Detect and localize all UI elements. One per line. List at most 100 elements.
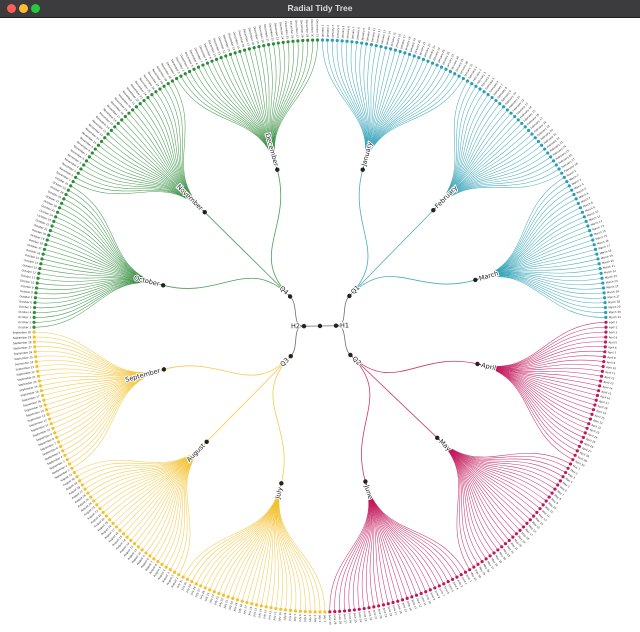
node-day[interactable] <box>291 39 295 43</box>
node-month[interactable] <box>161 367 167 372</box>
node-day[interactable] <box>183 72 187 76</box>
node-day[interactable] <box>596 389 601 393</box>
node-day[interactable] <box>400 598 405 602</box>
node-day[interactable] <box>240 599 244 603</box>
node-day[interactable] <box>590 412 594 416</box>
node-day[interactable] <box>600 369 604 373</box>
node-day[interactable] <box>377 604 381 608</box>
node-day[interactable] <box>156 560 160 564</box>
node-day[interactable] <box>32 330 36 334</box>
node-day[interactable] <box>560 171 564 175</box>
node-day[interactable] <box>35 281 39 285</box>
node-day[interactable] <box>77 479 82 483</box>
node-day[interactable] <box>103 136 107 140</box>
node-day[interactable] <box>40 393 45 398</box>
node-day[interactable] <box>34 360 38 364</box>
node-day[interactable] <box>262 43 266 48</box>
node-day[interactable] <box>583 431 587 435</box>
node-day[interactable] <box>32 315 36 319</box>
node-day[interactable] <box>514 532 519 536</box>
node-day[interactable] <box>47 233 51 237</box>
node-day[interactable] <box>188 69 192 74</box>
node-day[interactable] <box>286 40 290 44</box>
node-day[interactable] <box>355 40 359 44</box>
node-day[interactable] <box>34 286 39 290</box>
node-day[interactable] <box>500 545 504 549</box>
node-day[interactable] <box>127 111 131 115</box>
node-day[interactable] <box>123 114 127 119</box>
node-day[interactable] <box>478 87 482 91</box>
node-root[interactable] <box>317 323 323 329</box>
node-day[interactable] <box>134 105 138 109</box>
node-month[interactable] <box>360 167 365 172</box>
node-day[interactable] <box>86 491 90 495</box>
node-day[interactable] <box>598 384 602 388</box>
node-day[interactable] <box>175 76 179 81</box>
node-day[interactable] <box>553 487 557 491</box>
node-day[interactable] <box>601 364 605 369</box>
node-day[interactable] <box>34 291 38 295</box>
node-day[interactable] <box>405 596 409 600</box>
node-day[interactable] <box>264 605 268 609</box>
node-day[interactable] <box>82 163 86 167</box>
node-day[interactable] <box>56 440 61 444</box>
node-day[interactable] <box>585 426 589 430</box>
node-day[interactable] <box>470 82 474 86</box>
node-day[interactable] <box>396 599 400 603</box>
node-day[interactable] <box>561 475 565 479</box>
node-quarter[interactable] <box>287 294 293 299</box>
node-day[interactable] <box>584 219 588 224</box>
node-day[interactable] <box>575 449 579 453</box>
node-day[interactable] <box>106 132 110 136</box>
node-day[interactable] <box>114 525 119 529</box>
node-day[interactable] <box>95 503 99 507</box>
node-day[interactable] <box>109 128 113 132</box>
node-day[interactable] <box>242 48 247 52</box>
node-day[interactable] <box>58 444 63 449</box>
node-day[interactable] <box>448 69 452 74</box>
node-day[interactable] <box>79 167 83 171</box>
node-day[interactable] <box>410 595 414 599</box>
node-day[interactable] <box>34 355 38 359</box>
node-day[interactable] <box>60 201 64 205</box>
node-day[interactable] <box>33 296 37 300</box>
node-day[interactable] <box>196 65 201 69</box>
node-day[interactable] <box>444 67 448 71</box>
node-day[interactable] <box>455 575 459 579</box>
node-day[interactable] <box>591 238 595 242</box>
node-quarter[interactable] <box>348 352 353 358</box>
node-day[interactable] <box>44 243 48 247</box>
node-day[interactable] <box>604 315 608 319</box>
node-day[interactable] <box>525 521 529 525</box>
node-day[interactable] <box>170 79 175 83</box>
node-day[interactable] <box>74 175 78 179</box>
node-day[interactable] <box>580 210 585 214</box>
node-day[interactable] <box>288 608 293 613</box>
node-day[interactable] <box>574 197 578 201</box>
node-day[interactable] <box>492 551 496 555</box>
node-day[interactable] <box>190 580 194 584</box>
node-day[interactable] <box>231 596 235 600</box>
node-day[interactable] <box>32 320 36 324</box>
node-day[interactable] <box>364 42 369 46</box>
node-day[interactable] <box>502 105 506 109</box>
node-day[interactable] <box>562 175 566 179</box>
node-day[interactable] <box>75 475 79 479</box>
node-day[interactable] <box>162 84 166 88</box>
node-day[interactable] <box>592 243 596 247</box>
node-day[interactable] <box>582 215 586 219</box>
node-day[interactable] <box>33 345 37 349</box>
node-day[interactable] <box>46 412 50 416</box>
node-day[interactable] <box>428 588 432 592</box>
node-day[interactable] <box>573 453 577 457</box>
node-day[interactable] <box>488 554 492 558</box>
node-day[interactable] <box>65 458 69 462</box>
node-day[interactable] <box>259 604 263 608</box>
node-day[interactable] <box>335 38 339 43</box>
node-day[interactable] <box>381 603 386 607</box>
node-day[interactable] <box>138 102 142 106</box>
node-month[interactable] <box>279 481 284 486</box>
node-day[interactable] <box>369 43 374 47</box>
node-day[interactable] <box>599 271 603 275</box>
node-day[interactable] <box>601 286 606 290</box>
